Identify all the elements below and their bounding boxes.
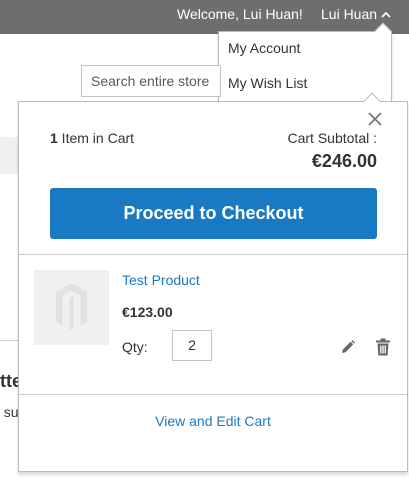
qty-input[interactable]: 2 (172, 330, 212, 361)
magento-logo-placeholder-icon (56, 283, 87, 331)
search-input[interactable]: Search entire store (81, 65, 221, 97)
close-icon[interactable] (365, 109, 385, 129)
background-nav-strip (0, 137, 18, 174)
background-heading-fragment: tte (0, 371, 18, 391)
menu-item-my-account[interactable]: My Account (228, 40, 300, 56)
cart-item-count-label: Item in Cart (57, 130, 135, 146)
chevron-up-icon (381, 12, 391, 18)
qty-label: Qty: (122, 339, 148, 355)
view-and-edit-cart-link[interactable]: View and Edit Cart (19, 413, 407, 429)
customer-menu-toggle[interactable]: Lui Huan (321, 6, 392, 22)
proceed-to-checkout-button[interactable]: Proceed to Checkout (50, 188, 377, 239)
customer-name: Lui Huan (321, 6, 378, 22)
welcome-message: Welcome, Lui Huan! (177, 6, 303, 22)
cart-item-count-number: 1 (50, 130, 58, 146)
minicart-divider-top (19, 254, 407, 255)
minicart-divider-bottom (19, 394, 407, 395)
minicart-dropdown: 1 Item in Cart Cart Subtotal : €246.00 P… (18, 92, 408, 472)
product-name-link[interactable]: Test Product (122, 272, 200, 288)
product-price: €123.00 (122, 304, 173, 320)
pencil-icon[interactable] (340, 339, 356, 355)
background-divider (0, 340, 18, 341)
background-text-fragment: t su (0, 404, 18, 420)
product-thumbnail[interactable] (34, 270, 109, 345)
trash-icon[interactable] (375, 338, 391, 356)
search-placeholder: Search entire store (91, 73, 210, 89)
menu-item-my-wish-list[interactable]: My Wish List (228, 75, 307, 91)
cart-item-count: 1 Item in Cart (50, 130, 134, 146)
cart-subtotal-label: Cart Subtotal : (287, 130, 378, 146)
cart-subtotal-value: €246.00 (311, 151, 377, 171)
top-header-bar: Welcome, Lui Huan! Lui Huan (0, 0, 409, 34)
